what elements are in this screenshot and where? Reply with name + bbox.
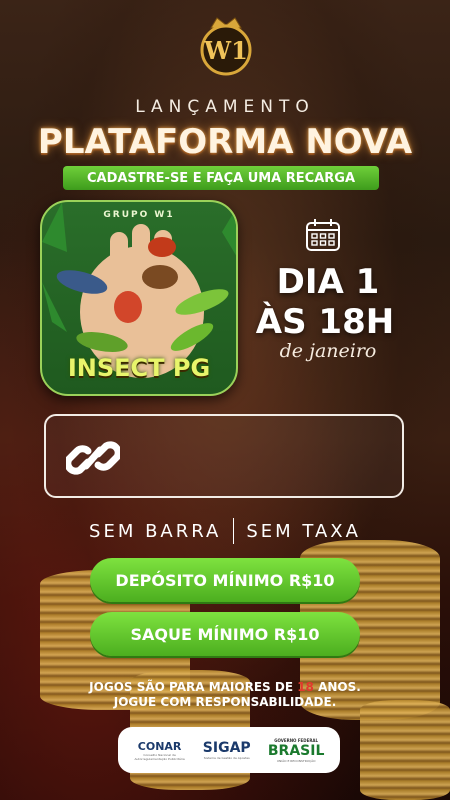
- disclaimer-line-1: JOGOS SÃO PARA MAIORES DE 18 ANOS.: [89, 680, 361, 694]
- link-box[interactable]: [44, 414, 404, 498]
- disclaimer-line-2: JOGUE COM RESPONSABILIDADE.: [113, 695, 337, 709]
- tagline-left: SEM BARRA: [89, 520, 222, 542]
- sigap-name: SIGAP: [202, 740, 251, 756]
- calendar-icon: [306, 219, 340, 251]
- game-title: INSECT PG: [67, 354, 211, 382]
- min-deposit-button[interactable]: DEPÓSITO MÍNIMO R$10: [90, 558, 360, 602]
- signup-banner[interactable]: CADASTRE-SE E FAÇA UMA RECARGA: [63, 166, 379, 190]
- tagline-right: SEM TAXA: [246, 520, 361, 542]
- launch-day: DIA 1: [276, 262, 380, 302]
- conar-name: CONAR: [137, 739, 182, 753]
- game-card[interactable]: GRUPO W1 INSECT PG: [40, 200, 238, 396]
- gov-sub: UNIÃO E RECONSTRUÇÃO: [276, 758, 316, 763]
- conar-sub: Conselho Nacional de Autorregulamentação…: [134, 752, 185, 761]
- age-number: 18: [297, 680, 314, 694]
- launch-time: ÀS 18H: [255, 302, 395, 342]
- sigap-sub: Sistema de Gestão de Apostas: [203, 756, 250, 760]
- logo-text: W1: [203, 36, 248, 65]
- sigap-logo: SIGAP Sistema de Gestão de Apostas: [201, 740, 253, 760]
- min-withdraw-button[interactable]: SAQUE MÍNIMO R$10: [90, 612, 360, 656]
- tagline: SEM BARRA SEM TAXA: [0, 518, 450, 544]
- launch-month: de janeiro: [279, 340, 377, 362]
- partner-logos: CONAR Conselho Nacional de Autorregulame…: [118, 727, 340, 773]
- gov-name: BRASIL: [267, 742, 325, 759]
- gov-brasil-logo: GOVERNO FEDERAL BRASIL UNIÃO E RECONSTRU…: [268, 738, 325, 763]
- conar-logo: CONAR Conselho Nacional de Autorregulame…: [134, 740, 186, 761]
- page-title: PLATAFORMA NOVA: [37, 122, 413, 162]
- tagline-divider: [233, 518, 235, 544]
- launch-subtitle: LANÇAMENTO: [135, 97, 315, 117]
- link-icon: [66, 441, 120, 475]
- w1-logo: W1: [200, 17, 252, 76]
- age-disclaimer: JOGOS SÃO PARA MAIORES DE 18 ANOS. JOGUE…: [0, 680, 450, 710]
